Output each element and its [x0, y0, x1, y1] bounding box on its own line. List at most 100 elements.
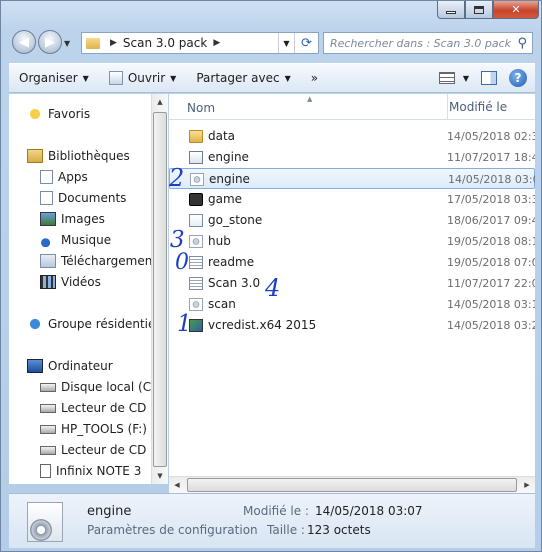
- sidebar-item-images[interactable]: Images: [40, 209, 105, 229]
- details-file-name: engine: [87, 504, 132, 519]
- scroll-up-icon[interactable]: ▲: [152, 94, 168, 110]
- text-file-icon: [189, 256, 203, 269]
- library-icon: [27, 149, 43, 163]
- details-modified-label: Modifié le :: [243, 504, 309, 518]
- file-modified: 11/07/2017 22:05: [447, 277, 535, 290]
- cd-drive-icon: [40, 445, 56, 455]
- help-icon[interactable]: ?: [509, 69, 527, 87]
- preview-pane-icon[interactable]: [481, 71, 497, 85]
- scrollbar-thumb[interactable]: [153, 112, 167, 467]
- address-dropdown-icon[interactable]: ▼: [278, 33, 294, 53]
- file-row[interactable]: engine 11/07/2017 18:44: [169, 147, 535, 168]
- view-dropdown-icon[interactable]: ▼: [463, 74, 469, 83]
- column-header-name[interactable]: Nom: [187, 101, 215, 115]
- file-name: engine: [208, 150, 249, 164]
- breadcrumb-chevron-icon[interactable]: ▶: [213, 38, 220, 48]
- dropdown-arrow-icon: ▼: [284, 73, 291, 83]
- sidebar-item-drive-f[interactable]: HP_TOOLS (F:): [40, 419, 147, 439]
- sidebar-item-computer[interactable]: Ordinateur: [27, 356, 113, 376]
- sidebar-item-drive-d[interactable]: Lecteur de CD (D: [40, 398, 151, 418]
- more-commands-button[interactable]: »: [301, 64, 328, 92]
- open-icon: [108, 71, 123, 85]
- column-header-modified[interactable]: Modifié le: [447, 94, 507, 120]
- sidebar-item-label: Disque local (C:): [61, 380, 151, 394]
- file-row[interactable]: vcredist.x64 2015 14/05/2018 03:23: [169, 315, 535, 336]
- file-row[interactable]: data 14/05/2018 02:39: [169, 126, 535, 147]
- change-view-icon[interactable]: [438, 72, 455, 84]
- forward-button[interactable]: ▶: [38, 30, 62, 54]
- window-controls: ✕: [437, 1, 539, 19]
- file-row[interactable]: game 17/05/2018 03:36: [169, 189, 535, 210]
- sidebar-item-phone[interactable]: Infinix NOTE 3: [40, 461, 141, 481]
- drive-icon: [40, 424, 56, 434]
- breadcrumb-separator-icon[interactable]: ▶: [110, 38, 117, 48]
- search-box[interactable]: Rechercher dans : Scan 3.0 pack ⚲: [323, 32, 533, 54]
- sidebar-item-libraries[interactable]: Bibliothèques: [27, 146, 130, 166]
- navigation-bar: ◀ ▶ ▼ ▶ Scan 3.0 pack ▶ ▼ ⟳ Rechercher d…: [1, 27, 542, 59]
- scrollbar-thumb[interactable]: [187, 478, 517, 492]
- file-modified: 19/05/2018 08:13: [447, 235, 535, 248]
- open-label: Ouvrir: [127, 71, 166, 85]
- breadcrumb-current[interactable]: Scan 3.0 pack: [123, 36, 207, 50]
- back-button[interactable]: ◀: [12, 30, 36, 54]
- sidebar-item-label: Documents: [58, 191, 127, 205]
- file-name: Scan 3.0: [208, 276, 261, 290]
- file-name: hub: [208, 234, 231, 248]
- open-button[interactable]: Ouvrir ▼: [99, 64, 187, 92]
- organize-button[interactable]: Organiser ▼: [9, 64, 99, 92]
- sidebar-item-videos[interactable]: Vidéos: [40, 272, 101, 292]
- details-modified-value: 14/05/2018 03:07: [315, 504, 423, 518]
- config-file-icon: [189, 298, 203, 311]
- scroll-right-icon[interactable]: ▶: [519, 477, 535, 493]
- file-modified: 18/06/2017 09:44: [447, 214, 535, 227]
- file-row[interactable]: go_stone 18/06/2017 09:44: [169, 210, 535, 231]
- close-button[interactable]: ✕: [493, 1, 539, 19]
- sidebar-item-downloads[interactable]: Téléchargements: [40, 251, 151, 271]
- scroll-left-icon[interactable]: ◀: [169, 477, 185, 493]
- command-bar: Organiser ▼ Ouvrir ▼ Partager avec ▼ » ▼ ?: [9, 63, 535, 93]
- sidebar-item-favorites[interactable]: Favoris: [27, 104, 90, 124]
- organize-label: Organiser: [19, 71, 78, 85]
- application-icon: [189, 151, 203, 164]
- sidebar-item-drive-c[interactable]: Disque local (C:): [40, 377, 151, 397]
- file-modified: 14/05/2018 03:11: [447, 298, 535, 311]
- file-row[interactable]: scan 14/05/2018 03:11: [169, 294, 535, 315]
- text-file-icon: [189, 277, 203, 290]
- file-name: scan: [208, 297, 236, 311]
- file-modified: 11/07/2017 18:44: [447, 151, 535, 164]
- sidebar-item-documents[interactable]: Documents: [40, 188, 126, 208]
- sidebar-item-homegroup[interactable]: Groupe résidentiel: [27, 314, 151, 334]
- sidebar-item-label: Apps: [58, 170, 88, 184]
- file-row[interactable]: Scan 3.0 11/07/2017 22:05: [169, 273, 535, 294]
- maximize-button[interactable]: [465, 1, 493, 19]
- sidebar-item-label: Favoris: [48, 107, 91, 121]
- file-row[interactable]: readme 19/05/2018 07:02: [169, 252, 535, 273]
- file-name: engine: [209, 172, 250, 186]
- navigation-scrollbar[interactable]: ▲ ▼: [151, 94, 168, 484]
- file-list-scrollbar[interactable]: ◀ ▶: [169, 476, 535, 493]
- address-bar[interactable]: ▶ Scan 3.0 pack ▶ ▼ ⟳: [81, 32, 319, 54]
- file-name: go_stone: [208, 213, 263, 227]
- sidebar-item-label: Ordinateur: [48, 359, 113, 373]
- details-file-type: Paramètres de configuration: [87, 523, 258, 537]
- file-row[interactable]: hub 19/05/2018 08:13: [169, 231, 535, 252]
- computer-icon: [27, 359, 43, 373]
- sidebar-item-label: Bibliothèques: [48, 149, 130, 163]
- share-button[interactable]: Partager avec ▼: [186, 64, 300, 92]
- sidebar-item-label: HP_TOOLS (F:): [61, 422, 147, 436]
- folder-icon: [86, 37, 100, 49]
- scroll-down-icon[interactable]: ▼: [152, 468, 168, 484]
- file-row-selected[interactable]: engine 14/05/2018 03:07: [169, 168, 535, 189]
- sidebar-item-drive-h[interactable]: Lecteur de CD (H: [40, 440, 151, 460]
- navigation-pane: Favoris Bibliothèques Apps Documents Ima…: [9, 94, 151, 484]
- search-icon[interactable]: ⚲: [517, 36, 527, 51]
- sidebar-item-label: Vidéos: [61, 275, 101, 289]
- minimize-button[interactable]: [437, 1, 465, 19]
- sidebar-item-music[interactable]: Musique: [40, 230, 111, 250]
- sidebar-item-apps[interactable]: Apps: [40, 167, 88, 187]
- dropdown-arrow-icon: ▼: [170, 73, 177, 83]
- refresh-icon[interactable]: ⟳: [294, 33, 318, 53]
- sidebar-item-label: Téléchargements: [61, 254, 151, 268]
- recent-pages-dropdown[interactable]: ▼: [64, 39, 70, 48]
- hard-drive-icon: [40, 382, 56, 392]
